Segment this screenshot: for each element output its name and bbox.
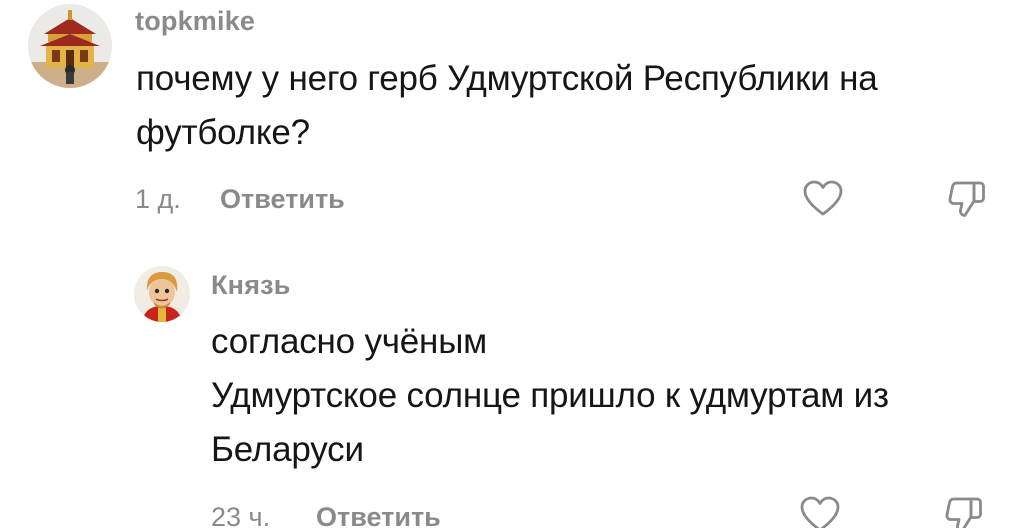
- thumbs-down-icon: [945, 497, 982, 528]
- avatar[interactable]: [134, 266, 190, 322]
- comment-username[interactable]: Князь: [211, 272, 291, 299]
- dislike-button[interactable]: [944, 176, 990, 222]
- comment-text: согласно учёным Удмуртское солнце пришло…: [211, 315, 889, 477]
- temple-avatar-icon: [28, 4, 112, 88]
- reply-button[interactable]: Ответить: [220, 186, 345, 213]
- comments-thread: topkmike почему у него герб Удмуртской Р…: [0, 0, 1024, 528]
- like-button[interactable]: [800, 176, 846, 222]
- comment-text-line: почему у него герб Удмуртской Республики…: [136, 59, 878, 98]
- dislike-button[interactable]: [941, 492, 987, 528]
- avatar[interactable]: [28, 4, 112, 88]
- thumbs-down-icon: [948, 181, 985, 217]
- comment-text-line: Удмуртское солнце пришло к удмуртам из: [211, 376, 889, 415]
- heart-icon: [800, 496, 840, 528]
- comment-text: почему у него герб Удмуртской Республики…: [136, 52, 878, 160]
- reply-button[interactable]: Ответить: [316, 504, 441, 528]
- cartoon-prince-avatar-icon: [134, 266, 190, 322]
- heart-icon: [803, 180, 843, 216]
- comment-timestamp: 23 ч.: [211, 502, 271, 528]
- comment-text-line: Беларуси: [211, 430, 364, 469]
- like-button[interactable]: [797, 492, 843, 528]
- comment-text-line: футболке?: [136, 113, 310, 152]
- comment-username[interactable]: topkmike: [135, 8, 255, 35]
- comment-text-line: согласно учёным: [211, 322, 488, 361]
- comment-timestamp: 1 д.: [135, 184, 181, 214]
